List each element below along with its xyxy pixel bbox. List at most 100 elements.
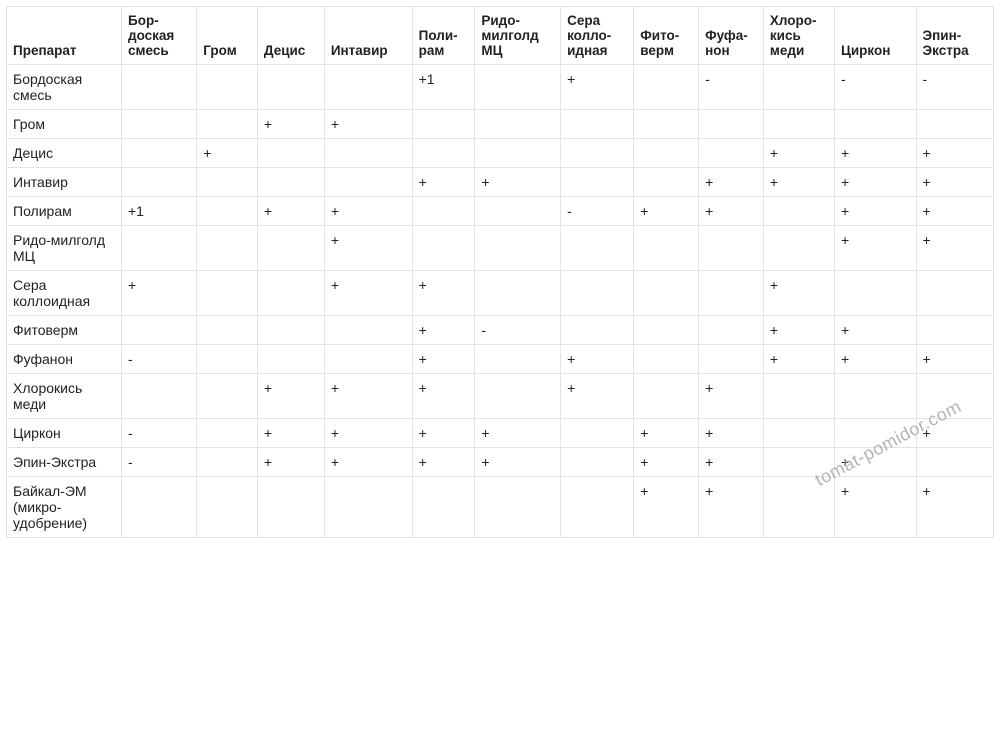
cell [561, 419, 634, 448]
cell [561, 271, 634, 316]
cell: + [561, 345, 634, 374]
cell: + [763, 316, 834, 345]
cell [763, 374, 834, 419]
table-row: Фуфанон-+++++ [7, 345, 994, 374]
cell [257, 65, 324, 110]
col-header: Препарат [7, 7, 122, 65]
table-row: Бордоская смесь+1+--- [7, 65, 994, 110]
cell: + [257, 374, 324, 419]
cell [324, 168, 412, 197]
cell [197, 65, 258, 110]
cell [699, 139, 764, 168]
cell: - [122, 419, 197, 448]
cell [763, 110, 834, 139]
page-wrap: Препарат Бор-доская смесь Гром Децис Инт… [0, 0, 1000, 544]
cell [561, 226, 634, 271]
row-header: Ридо-милголд МЦ [7, 226, 122, 271]
cell [699, 345, 764, 374]
cell: + [834, 345, 916, 374]
cell [916, 448, 993, 477]
col-header: Бор-доская смесь [122, 7, 197, 65]
cell: + [412, 419, 475, 448]
table-row: Сера коллоидная++++ [7, 271, 994, 316]
cell: + [257, 448, 324, 477]
cell: + [634, 477, 699, 538]
table-row: Хлорокись меди+++++ [7, 374, 994, 419]
cell: + [699, 477, 764, 538]
cell: + [412, 345, 475, 374]
cell: + [561, 374, 634, 419]
cell [561, 139, 634, 168]
row-header: Бордоская смесь [7, 65, 122, 110]
cell: + [324, 374, 412, 419]
cell: - [834, 65, 916, 110]
table-row: Децис++++ [7, 139, 994, 168]
cell [475, 345, 561, 374]
cell [634, 271, 699, 316]
cell [763, 65, 834, 110]
cell [475, 226, 561, 271]
row-header: Фитоверм [7, 316, 122, 345]
cell [257, 168, 324, 197]
col-header: Сера колло-идная [561, 7, 634, 65]
cell [324, 477, 412, 538]
cell: + [324, 271, 412, 316]
cell: +1 [412, 65, 475, 110]
cell: + [475, 448, 561, 477]
cell [122, 110, 197, 139]
cell [699, 316, 764, 345]
cell [634, 110, 699, 139]
cell: + [699, 197, 764, 226]
cell: + [834, 477, 916, 538]
cell [916, 316, 993, 345]
cell [122, 65, 197, 110]
cell: + [916, 168, 993, 197]
cell [257, 226, 324, 271]
cell [197, 374, 258, 419]
table-body: Бордоская смесь+1+---Гром++Децис++++Инта… [7, 65, 994, 538]
cell: + [834, 448, 916, 477]
cell [699, 110, 764, 139]
cell [763, 226, 834, 271]
cell [257, 316, 324, 345]
cell [197, 477, 258, 538]
cell [634, 168, 699, 197]
cell: + [763, 271, 834, 316]
col-header: Циркон [834, 7, 916, 65]
cell [634, 65, 699, 110]
cell [475, 139, 561, 168]
cell [561, 316, 634, 345]
row-header: Гром [7, 110, 122, 139]
cell: + [324, 197, 412, 226]
cell: + [634, 419, 699, 448]
cell: + [916, 139, 993, 168]
cell [634, 316, 699, 345]
table-head: Препарат Бор-доская смесь Гром Децис Инт… [7, 7, 994, 65]
cell: + [834, 139, 916, 168]
cell: + [916, 419, 993, 448]
table-row: Ридо-милголд МЦ+++ [7, 226, 994, 271]
cell [916, 374, 993, 419]
cell [634, 226, 699, 271]
cell [834, 271, 916, 316]
cell: + [699, 419, 764, 448]
cell: + [412, 168, 475, 197]
cell: + [763, 168, 834, 197]
cell [475, 477, 561, 538]
cell: + [763, 345, 834, 374]
table-row: Гром++ [7, 110, 994, 139]
row-header: Децис [7, 139, 122, 168]
cell [197, 419, 258, 448]
table-row: Интавир++++++ [7, 168, 994, 197]
cell: + [916, 477, 993, 538]
cell: + [257, 197, 324, 226]
cell: + [257, 110, 324, 139]
cell: + [475, 168, 561, 197]
cell [475, 197, 561, 226]
cell [122, 477, 197, 538]
header-row: Препарат Бор-доская смесь Гром Децис Инт… [7, 7, 994, 65]
cell [561, 448, 634, 477]
cell [257, 139, 324, 168]
cell: + [834, 168, 916, 197]
cell [475, 271, 561, 316]
